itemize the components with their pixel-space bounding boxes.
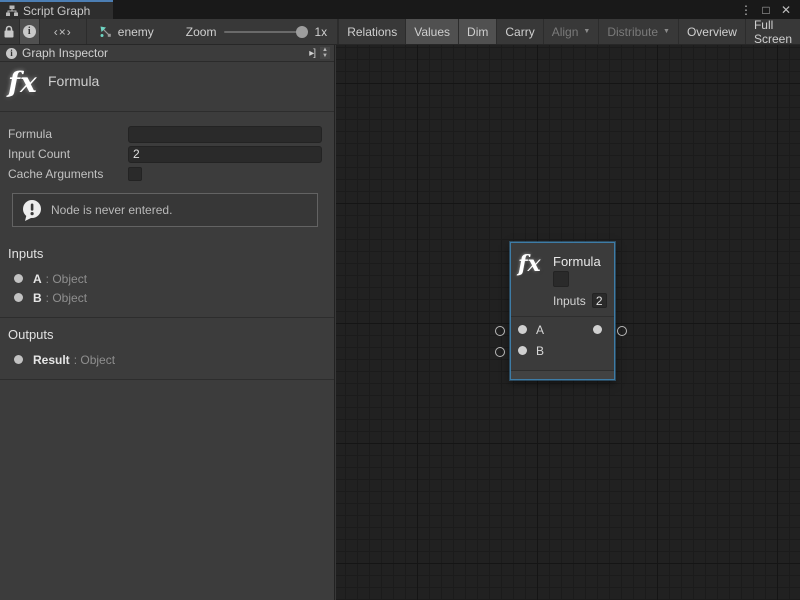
tab-script-graph[interactable]: Script Graph: [0, 0, 113, 19]
tab-bar: Script Graph ⋮ □ ✕: [0, 0, 800, 19]
input-port-row: B : Object: [8, 288, 326, 307]
fullscreen-button[interactable]: Full Screen: [746, 19, 800, 44]
formula-input[interactable]: [128, 126, 322, 143]
graph-toolbar: i ‹×› enemy Zoom 1x Relations Values Dim…: [0, 19, 800, 45]
node-type-title: Formula: [48, 73, 99, 89]
graph-name: enemy: [118, 25, 154, 39]
distribute-dropdown[interactable]: Distribute ▼: [599, 19, 679, 44]
port-row-b: B: [511, 340, 614, 361]
formula-node[interactable]: fx Formula Inputs 2 A B: [510, 242, 615, 380]
formula-node-header[interactable]: fx Formula Inputs 2: [511, 243, 614, 317]
port-dot-icon: [14, 293, 23, 302]
carry-button[interactable]: Carry: [497, 19, 543, 44]
tab-label: Script Graph: [23, 4, 90, 18]
input-port-b[interactable]: [518, 346, 527, 355]
connection-halo-a[interactable]: [495, 326, 505, 336]
fx-icon: fx: [518, 251, 541, 277]
panel-spinner[interactable]: ▲ ▼: [320, 47, 330, 59]
inputs-header: Inputs: [8, 246, 326, 261]
zoom-label: Zoom: [186, 25, 217, 39]
inspector-header: i Graph Inspector ▸] ▲ ▼: [0, 45, 334, 62]
warning-message: Node is never entered.: [12, 193, 318, 227]
dim-button[interactable]: Dim: [459, 19, 497, 44]
inspector-title: Graph Inspector: [22, 46, 108, 60]
window-maximize-icon[interactable]: □: [758, 3, 774, 17]
chevron-down-icon: ▼: [663, 28, 670, 35]
overview-button[interactable]: Overview: [679, 19, 746, 44]
outputs-header: Outputs: [8, 327, 326, 342]
zoom-value: 1x: [314, 25, 327, 39]
formula-field-label: Formula: [8, 127, 128, 141]
zoom-control: Zoom 1x: [168, 19, 338, 44]
node-title: Formula: [553, 254, 601, 269]
window-close-icon[interactable]: ✕: [778, 3, 794, 17]
code-icon: ‹×›: [54, 25, 72, 39]
graph-inspector-panel: i Graph Inspector ▸] ▲ ▼ fx Formula Form…: [0, 45, 335, 600]
align-dropdown[interactable]: Align ▼: [544, 19, 600, 44]
node-title-section: fx Formula: [0, 62, 334, 112]
inputs-section: Inputs A : Object B : Object: [0, 237, 334, 318]
window-menu-icon[interactable]: ⋮: [738, 3, 754, 17]
inspector-toggle-button[interactable]: i: [20, 19, 40, 44]
zoom-slider-knob[interactable]: [296, 26, 308, 38]
info-icon: i: [23, 25, 36, 38]
fx-icon: fx: [8, 66, 37, 99]
input-port-row: A : Object: [8, 269, 326, 288]
port-dot-icon: [14, 274, 23, 283]
zoom-slider[interactable]: [224, 31, 306, 33]
lock-button[interactable]: [0, 19, 20, 44]
cache-arguments-label: Cache Arguments: [8, 167, 128, 181]
connection-halo-result[interactable]: [617, 326, 627, 336]
warning-text: Node is never entered.: [51, 203, 172, 217]
lock-icon: [3, 25, 15, 38]
hierarchy-icon: [6, 5, 18, 17]
node-settings-form: Formula Input Count Cache Arguments Node…: [0, 112, 334, 237]
node-ports: A B: [511, 317, 614, 361]
values-button[interactable]: Values: [406, 19, 459, 44]
graph-canvas[interactable]: fx Formula Inputs 2 A B: [336, 45, 800, 600]
node-input-count-field[interactable]: 2: [592, 293, 607, 308]
dock-panel-icon[interactable]: ▸]: [307, 48, 317, 59]
input-count-label: Input Count: [8, 147, 128, 161]
connection-halo-b[interactable]: [495, 347, 505, 357]
input-count-input[interactable]: [128, 146, 322, 163]
port-dot-icon: [14, 355, 23, 364]
spin-down-icon[interactable]: ▼: [322, 53, 328, 59]
toolbar-buttons: Relations Values Dim Carry Align ▼ Distr…: [338, 19, 800, 44]
warning-bubble-icon: [21, 199, 43, 222]
output-port-row: Result : Object: [8, 350, 326, 369]
edit-code-button[interactable]: ‹×›: [40, 19, 87, 44]
relations-button[interactable]: Relations: [338, 19, 406, 44]
node-inputs-label: Inputs: [553, 294, 586, 308]
cache-arguments-checkbox[interactable]: [128, 167, 142, 181]
node-footer: [511, 370, 614, 379]
outputs-section: Outputs Result : Object: [0, 318, 334, 380]
info-icon: i: [6, 48, 17, 59]
input-port-a[interactable]: [518, 325, 527, 334]
graph-breadcrumb[interactable]: enemy: [87, 19, 168, 44]
node-formula-input[interactable]: [553, 271, 569, 287]
output-port-result[interactable]: [593, 325, 602, 334]
graph-icon: [99, 25, 112, 38]
chevron-down-icon: ▼: [583, 28, 590, 35]
port-row-a: A: [511, 319, 614, 340]
